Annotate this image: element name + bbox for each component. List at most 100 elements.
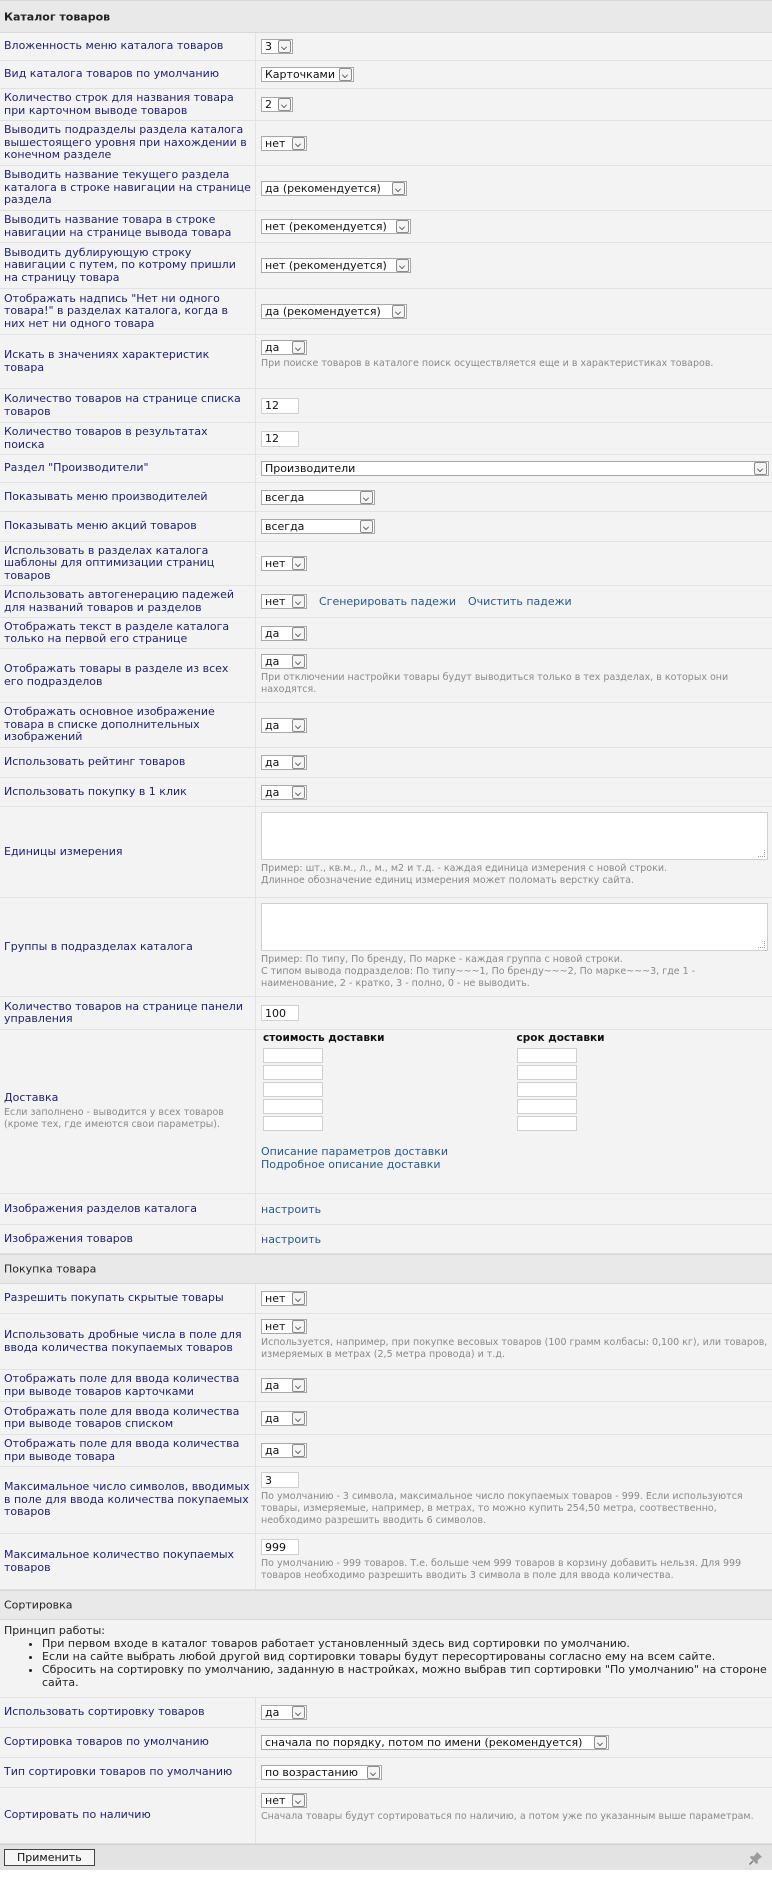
sub-products-select[interactable]: да: [261, 654, 307, 669]
setting-label: Вложенность меню каталога товаров: [0, 33, 256, 60]
delivery-time-input[interactable]: [516, 1065, 577, 1080]
setting-row-max-chars: Максимальное число символов, вводимых в …: [0, 1467, 772, 1534]
setting-row-makers-section: Раздел "Производители" Производители: [0, 455, 772, 483]
search-chars-select[interactable]: да: [261, 340, 307, 355]
setting-row-groups: Группы в подразделах каталога Пример: По…: [0, 898, 772, 997]
search-results-input[interactable]: 12: [261, 430, 299, 447]
section-images-configure-link[interactable]: настроить: [261, 1203, 768, 1216]
generate-cases-link[interactable]: Сгенерировать падежи: [319, 595, 456, 608]
setting-label: Группы в подразделах каталога: [0, 898, 256, 996]
per-page-input[interactable]: 12: [261, 397, 299, 414]
setting-label: Количество товаров в результатах поиска: [0, 423, 256, 454]
hint-text: По умолчанию - 999 товаров. Т.е. больше …: [261, 1558, 742, 1581]
delivery-time-input[interactable]: [516, 1116, 577, 1131]
setting-row-qty-product: Отображать поле для ввода количества при…: [0, 1435, 772, 1467]
hint-text: Сначала товары будут сортироваться по на…: [261, 1811, 754, 1822]
delivery-cost-input[interactable]: [263, 1065, 323, 1080]
setting-row-qty-cards: Отображать поле для ввода количества при…: [0, 1370, 772, 1402]
setting-row-per-page: Количество товаров на странице списка то…: [0, 389, 772, 423]
setting-row-no-products: Отображать надпись "Нет ни одного товара…: [0, 289, 772, 335]
qty-cards-select[interactable]: да: [261, 1378, 307, 1393]
delivery-cost-header: стоимость доставки: [263, 1032, 385, 1044]
fractional-select[interactable]: нет: [261, 1319, 307, 1334]
parent-sub-select[interactable]: нет: [261, 135, 307, 151]
delivery-time-input[interactable]: [516, 1099, 577, 1114]
sort-default-select[interactable]: сначала по порядку, потом по имени (реко…: [261, 1735, 609, 1750]
units-textarea[interactable]: [261, 812, 768, 860]
chevron-down-icon: [392, 181, 405, 195]
delivery-cost-input[interactable]: [263, 1099, 323, 1114]
setting-row-nesting: Вложенность меню каталога товаров 3: [0, 33, 772, 61]
name-lines-select[interactable]: 2: [261, 97, 293, 112]
promo-menu-select[interactable]: всегда: [261, 519, 375, 534]
makers-menu-select[interactable]: всегда: [261, 489, 375, 505]
setting-row-crumb-section: Выводить название текущего раздела катал…: [0, 166, 772, 211]
setting-label: Вид каталога товаров по умолчанию: [0, 61, 256, 88]
setting-label: Разрешить покупать скрытые товары: [0, 1284, 256, 1313]
dup-path-select[interactable]: нет (рекомендуется): [261, 258, 411, 273]
chevron-down-icon: [292, 1320, 305, 1333]
setting-label: Показывать меню производителей: [0, 483, 256, 511]
templates-select[interactable]: нет: [261, 556, 307, 571]
chevron-down-icon: [292, 1794, 305, 1807]
delivery-cost-input[interactable]: [263, 1048, 323, 1063]
chevron-down-icon: [292, 655, 305, 668]
chevron-down-icon: [367, 1766, 380, 1779]
setting-label: Количество строк для названия товара при…: [0, 89, 256, 120]
product-images-configure-link[interactable]: настроить: [261, 1233, 768, 1246]
main-image-select[interactable]: да: [261, 717, 307, 733]
first-page-text-select[interactable]: да: [261, 625, 307, 641]
setting-label: Количество товаров на странице панели уп…: [0, 997, 256, 1029]
rating-select[interactable]: да: [261, 755, 307, 770]
qty-product-select[interactable]: да: [261, 1443, 307, 1458]
setting-label: Количество товаров на странице списка то…: [0, 389, 256, 422]
crumb-product-select[interactable]: нет (рекомендуется): [261, 219, 411, 234]
chevron-down-icon: [360, 520, 373, 533]
setting-label: Отображать поле для ввода количества при…: [0, 1402, 256, 1434]
setting-label: Использовать сортировку товаров: [0, 1698, 256, 1727]
delivery-time-input[interactable]: [516, 1082, 577, 1097]
list-item: Если на сайте выбрать любой другой вид с…: [42, 1650, 768, 1663]
cases-select[interactable]: нет: [261, 594, 307, 609]
hint-text: С типом вывода подразделов: По типу~~~1,…: [261, 966, 696, 989]
view-select[interactable]: Карточками: [261, 67, 354, 82]
delivery-cost-input[interactable]: [263, 1116, 323, 1131]
sort-stock-select[interactable]: нет: [261, 1793, 307, 1808]
one-click-select[interactable]: да: [261, 784, 307, 800]
crumb-section-select[interactable]: да (рекомендуется): [261, 180, 407, 196]
qty-list-select[interactable]: да: [261, 1410, 307, 1426]
chevron-down-icon: [396, 220, 409, 233]
sort-type-select[interactable]: по возрастанию: [261, 1765, 382, 1780]
pin-icon[interactable]: [748, 1850, 764, 1866]
hidden-buy-select[interactable]: нет: [261, 1291, 307, 1306]
setting-label: Использовать дробные числа в поле для вв…: [0, 1314, 256, 1369]
use-sort-select[interactable]: да: [261, 1705, 307, 1720]
admin-per-page-input[interactable]: 100: [261, 1005, 299, 1021]
setting-row-product-images: Изображения товаров настроить: [0, 1225, 772, 1254]
clear-cases-link[interactable]: Очистить падежи: [468, 595, 572, 608]
setting-label: Единицы измерения: [0, 807, 256, 897]
delivery-params-link[interactable]: Описание параметров доставки: [261, 1145, 768, 1158]
setting-row-promo-menu: Показывать меню акций товаров всегда: [0, 512, 772, 542]
makers-section-select[interactable]: Производители: [261, 461, 769, 476]
setting-row-delivery: Доставка Если заполнено - выводится у все…: [0, 1030, 772, 1194]
chevron-down-icon: [594, 1736, 607, 1749]
nesting-select[interactable]: 3: [261, 39, 293, 54]
setting-row-sort-default: Сортировка товаров по умолчанию сначала …: [0, 1728, 772, 1758]
setting-label: Отображать основное изображение товара в…: [0, 703, 256, 747]
apply-button[interactable]: Применить: [4, 1849, 95, 1866]
chevron-down-icon: [339, 68, 352, 81]
groups-textarea[interactable]: [261, 903, 768, 951]
setting-label: Максимальное число символов, вводимых в …: [0, 1467, 256, 1533]
max-qty-input[interactable]: 999: [261, 1539, 299, 1555]
setting-row-sort-type: Тип сортировки товаров по умолчанию по в…: [0, 1758, 772, 1788]
no-products-select[interactable]: да (рекомендуется): [261, 304, 407, 319]
hint-text: Используется, например, при покупке весо…: [261, 1337, 768, 1360]
setting-row-templates: Использовать в разделах каталога шаблоны…: [0, 542, 772, 586]
delivery-details-link[interactable]: Подробное описание доставки: [261, 1158, 768, 1171]
delivery-cost-input[interactable]: [263, 1082, 323, 1097]
max-chars-input[interactable]: 3: [261, 1472, 299, 1488]
setting-label: Отображать поле для ввода количества при…: [0, 1435, 256, 1466]
delivery-time-input[interactable]: [516, 1048, 577, 1063]
setting-row-sort-stock: Сортировать по наличию нет Сначала товар…: [0, 1788, 772, 1844]
